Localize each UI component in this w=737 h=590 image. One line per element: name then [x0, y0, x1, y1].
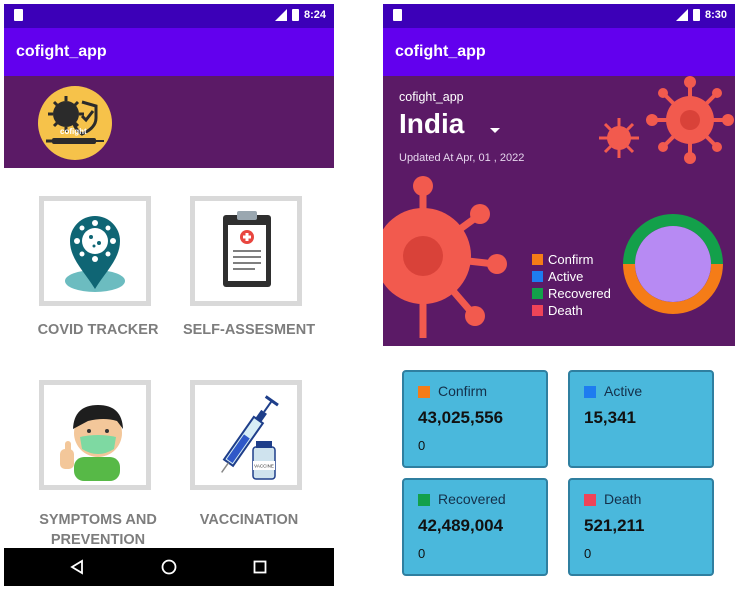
app-title: cofight_app: [395, 43, 486, 60]
card-value: 15,341: [584, 408, 636, 427]
back-icon[interactable]: [68, 558, 86, 576]
recents-icon[interactable]: [251, 558, 269, 576]
card-label: Death: [604, 491, 642, 507]
card-label: Recovered: [438, 491, 506, 507]
stats-cards: Confirm 43,025,556 0 Active 15,341 0 Rec…: [383, 346, 735, 586]
status-time: 8:24: [303, 9, 326, 21]
phone-home-screen: 8:24 cofight_app cofight COVID TRACKER S…: [4, 4, 334, 586]
home-icon[interactable]: [160, 558, 178, 576]
sd-card-icon: [14, 9, 23, 21]
donut-ring: [623, 214, 723, 314]
system-nav-bar: [4, 548, 334, 586]
card-label: Active: [604, 383, 643, 399]
symptoms-prevention-tile[interactable]: [39, 380, 151, 490]
active-card[interactable]: Active 15,341 0: [568, 370, 714, 468]
symptoms-prevention-label: SYMPTOMS AND PREVENTION: [18, 510, 178, 550]
vial-label: VACCINE: [254, 464, 274, 469]
clipboard-icon: [223, 211, 271, 287]
vaccination-label: VACCINATION: [199, 512, 299, 528]
self-assessment-tile[interactable]: [190, 196, 302, 306]
legend-confirm: Confirm: [532, 251, 611, 268]
masked-person-icon: [60, 405, 123, 481]
sd-card-icon: [393, 9, 402, 21]
legend-active: Active: [532, 268, 611, 285]
home-banner: cofight: [4, 76, 334, 168]
phone-tracker-screen: 8:30 cofight_app cofight_app India Updat…: [383, 4, 735, 586]
status-bar: 8:30: [383, 4, 735, 28]
virus-small-icon: [599, 118, 639, 158]
app-bar: cofight_app: [383, 28, 735, 76]
card-label: Confirm: [438, 383, 488, 399]
app-bar: cofight_app: [4, 28, 334, 76]
card-delta: 0: [418, 438, 426, 453]
battery-icon: [692, 9, 700, 21]
status-time: 8:30: [704, 9, 727, 21]
card-delta: 0: [584, 546, 592, 561]
banner-app-name: cofight_app: [399, 90, 464, 104]
symptoms-label-line1: SYMPTOMS AND: [39, 512, 157, 528]
confirm-swatch: [418, 386, 430, 398]
death-swatch: [584, 494, 596, 506]
screenshot-stage: 8:24 cofight_app cofight COVID TRACKER S…: [0, 0, 737, 590]
signal-icon: [273, 9, 287, 21]
logo-text: cofight: [60, 127, 87, 136]
syringe-vial-icon: VACCINE: [221, 395, 279, 480]
legend-death: Death: [532, 302, 611, 319]
chart-legend: Confirm Active Recovered Death: [532, 251, 611, 319]
virus-large-icon: [383, 176, 507, 338]
feature-grid: COVID TRACKER SELF-ASSESMENT SYMPTOMS AN…: [4, 168, 334, 548]
recovered-card[interactable]: Recovered 42,489,004 0: [402, 478, 548, 576]
death-card[interactable]: Death 521,211 0: [568, 478, 714, 576]
symptoms-label-line2: PREVENTION: [50, 532, 146, 548]
card-value: 521,211: [584, 516, 645, 535]
card-value: 42,489,004: [418, 516, 504, 535]
updated-date: Updated At Apr, 01 , 2022: [399, 152, 525, 164]
country-selector[interactable]: India: [399, 108, 464, 140]
location-virus-icon: [65, 216, 125, 292]
covid-tracker-label: COVID TRACKER: [37, 322, 159, 338]
confirm-card[interactable]: Confirm 43,025,556 0: [402, 370, 548, 468]
recovered-swatch: [418, 494, 430, 506]
app-title: cofight_app: [16, 43, 107, 60]
covid-tracker-tile[interactable]: [39, 196, 151, 306]
self-assessment-label: SELF-ASSESMENT: [182, 322, 316, 338]
country-banner: cofight_app India Updated At Apr, 01 , 2…: [383, 76, 735, 346]
dropdown-caret-icon[interactable]: [490, 128, 500, 133]
card-value: 43,025,556: [418, 408, 504, 427]
active-swatch: [584, 386, 596, 398]
legend-recovered: Recovered: [532, 285, 611, 302]
battery-icon: [291, 9, 299, 21]
status-bar: 8:24: [4, 4, 334, 28]
signal-icon: [674, 9, 688, 21]
card-delta: 0: [418, 546, 426, 561]
cofight-logo: cofight: [38, 86, 112, 160]
vaccination-tile[interactable]: VACCINE: [190, 380, 302, 490]
